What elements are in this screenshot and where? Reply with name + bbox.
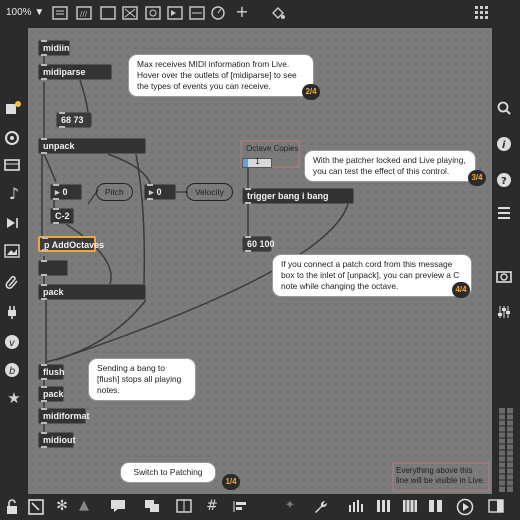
mixer-sliders-icon[interactable] — [496, 304, 516, 320]
zoom-caret-icon: ▼ — [34, 7, 45, 18]
svg-text:///: /// — [80, 10, 88, 18]
midiformat-object[interactable]: midiformat — [38, 408, 90, 424]
presentation-line-note: Everything above this line will be visib… — [396, 466, 485, 485]
octave-copies-indicator — [243, 159, 248, 167]
add-object-icon[interactable]: + — [232, 4, 252, 20]
vizzie-v-icon[interactable]: v — [4, 334, 24, 350]
toggle-object[interactable] — [38, 260, 68, 276]
presentation-mode-icon[interactable] — [28, 499, 48, 515]
pitch-number-value: 0 — [62, 187, 68, 197]
midiin-object[interactable]: midiin — [38, 40, 70, 56]
pack-object-2[interactable]: pack — [38, 386, 64, 402]
toggle-object-icon[interactable] — [122, 6, 142, 20]
midi-info-comment: Max receives MIDI information from Live.… — [128, 54, 314, 97]
comment-icon[interactable] — [110, 499, 130, 513]
velocity-label-comment: Velocity — [186, 183, 233, 201]
dial-object-icon[interactable] — [210, 5, 230, 21]
switch-to-patching-button[interactable]: Switch to Patching — [120, 462, 216, 483]
align-left-icon[interactable] — [232, 499, 252, 513]
flush-info-comment: Sending a bang to [flush] stops all play… — [88, 358, 196, 401]
media-clip-icon[interactable] — [4, 216, 24, 230]
midiout-object[interactable]: midiout — [38, 432, 76, 448]
svg-text:?: ? — [501, 176, 507, 187]
message-60-100[interactable]: 60 100 — [242, 236, 275, 252]
play-icon[interactable] — [456, 498, 476, 516]
octave-copies-number[interactable]: 1 — [242, 157, 272, 168]
recent-circle-icon[interactable] — [4, 130, 24, 146]
objects-cube-icon[interactable] — [4, 100, 24, 116]
snapshot-camera-icon[interactable] — [496, 268, 516, 284]
patcher-canvas[interactable]: midiin midiparse 68 73 unpack ▸ 0 Pitch ▸… — [28, 28, 492, 494]
step-badge-4: 4/4 — [452, 282, 470, 298]
pitch-number-box[interactable]: ▸ 0 — [50, 184, 82, 200]
bar-chart-icon[interactable] — [348, 499, 368, 513]
split-view-icon[interactable] — [176, 499, 196, 513]
flush-object[interactable]: flush — [38, 364, 65, 380]
paint-bucket-icon[interactable] — [270, 5, 290, 21]
left-sidebar: ♪ v b ★ — [0, 28, 28, 494]
unpack-object[interactable]: unpack — [38, 138, 146, 154]
image-icon[interactable] — [4, 244, 24, 258]
music-note-icon[interactable]: ♪ — [4, 186, 24, 202]
presentation-icon[interactable] — [52, 6, 72, 20]
message-68-73[interactable]: 68 73 — [56, 112, 92, 128]
zoom-level[interactable]: 100% ▼ — [6, 7, 44, 18]
snowflake-icon[interactable]: ✻ — [52, 498, 72, 514]
new-object-icon[interactable] — [100, 6, 120, 20]
info-icon[interactable]: i — [496, 136, 516, 152]
browser-icon[interactable] — [4, 158, 24, 172]
message-box-icon[interactable]: /// — [76, 6, 96, 20]
keyboard-icon[interactable] — [402, 499, 422, 513]
trigger-object[interactable]: trigger bang i bang — [242, 188, 354, 204]
step-badge-1: 1/4 — [222, 474, 240, 490]
test-control-comment: With the patcher locked and Live playing… — [304, 150, 476, 182]
octave-copies-label: Octave Copies — [246, 144, 299, 153]
slider-object-icon[interactable] — [189, 6, 209, 20]
expand-icon[interactable] — [488, 499, 508, 513]
octave-copies-value: 1 — [255, 157, 261, 166]
search-icon[interactable] — [496, 100, 516, 116]
right-sidebar: i ? — [492, 28, 520, 494]
midiparse-object[interactable]: midiparse — [38, 64, 112, 80]
list-view-icon[interactable] — [496, 206, 516, 220]
number-box-icon[interactable] — [167, 6, 187, 20]
plug-icon[interactable] — [4, 304, 24, 320]
sparkle-add-icon[interactable]: ✦ — [280, 498, 300, 514]
pack-object[interactable]: pack — [38, 284, 146, 300]
columns-view-icon[interactable] — [428, 499, 448, 513]
new-view-icon[interactable] — [144, 499, 164, 513]
note-name-display: C-2 — [50, 208, 74, 224]
grid-menu-icon[interactable] — [474, 5, 494, 21]
zoom-value: 100% — [6, 7, 32, 18]
help-icon[interactable]: ? — [496, 172, 516, 188]
beap-b-icon[interactable]: b — [4, 362, 24, 378]
wrench-icon[interactable] — [312, 499, 332, 515]
velocity-number-value: 0 — [156, 187, 162, 197]
step-badge-3-text: 3/4 — [471, 173, 483, 182]
mixer-columns-icon[interactable] — [376, 499, 396, 513]
number-triangle-icon: ▸ — [55, 187, 60, 197]
level-meter — [498, 408, 514, 492]
top-toolbar: 100% ▼ /// + — [0, 0, 520, 28]
svg-text:i: i — [502, 140, 506, 151]
number-triangle-icon: ▸ — [149, 187, 154, 197]
paperclip-icon[interactable] — [4, 274, 24, 290]
velocity-number-box[interactable]: ▸ 0 — [144, 184, 176, 200]
favorites-star-icon[interactable]: ★ — [4, 390, 24, 406]
warning-icon[interactable]: ▲ — [74, 498, 94, 514]
p-addoctaves-subpatcher[interactable]: p AddOctaves — [38, 236, 104, 252]
step-badge-2: 2/4 — [302, 84, 320, 100]
lock-icon[interactable] — [4, 499, 24, 515]
bang-object-icon[interactable] — [145, 6, 165, 20]
pitch-label-comment: Pitch — [96, 183, 133, 201]
preview-c-note-comment: If you connect a patch cord from this me… — [272, 254, 472, 297]
bottom-toolbar: ✻ ▲ # ✦ — [0, 494, 520, 520]
grid-icon[interactable]: # — [202, 498, 222, 514]
step-badge-3: 3/4 — [468, 170, 486, 186]
svg-text:b: b — [9, 366, 15, 377]
